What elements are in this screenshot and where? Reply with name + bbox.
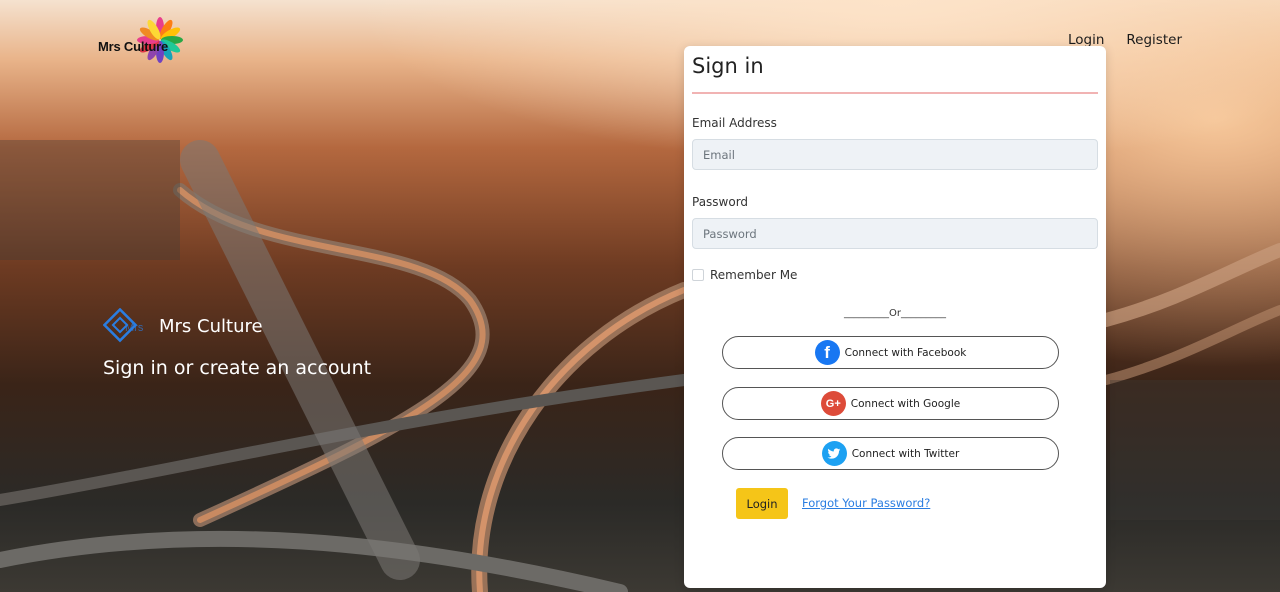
logo-text: Mrs Culture — [98, 39, 169, 54]
remember-checkbox[interactable] — [692, 269, 704, 281]
twitter-icon — [821, 441, 847, 466]
forgot-password-link[interactable]: Forgot Your Password? — [802, 496, 930, 510]
hero-brand-text: Mrs Culture — [159, 315, 263, 337]
remember-label: Remember Me — [710, 268, 798, 282]
signin-title: Sign in — [692, 54, 764, 78]
login-button[interactable]: Login — [736, 488, 788, 519]
brand-logo[interactable]: Mrs Culture — [98, 16, 188, 66]
or-separator: _________Or_________ — [844, 308, 946, 319]
password-field[interactable] — [692, 218, 1098, 249]
hero-section: Mrs Mrs Culture Sign in or create an acc… — [103, 308, 371, 379]
twitter-label: Connect with Twitter — [851, 447, 960, 460]
google-button[interactable]: G+ Connect with Google — [722, 387, 1059, 420]
facebook-button[interactable]: f Connect with Facebook — [722, 336, 1059, 369]
diamond-logo-icon: Mrs — [103, 308, 144, 343]
google-plus-icon: G+ — [820, 391, 846, 416]
twitter-button[interactable]: Connect with Twitter — [722, 437, 1059, 470]
facebook-icon: f — [814, 340, 840, 365]
facebook-label: Connect with Facebook — [844, 346, 967, 359]
password-label: Password — [692, 195, 749, 209]
hero-brand: Mrs Mrs Culture — [103, 308, 371, 344]
nav-register-link[interactable]: Register — [1126, 32, 1182, 48]
google-label: Connect with Google — [850, 397, 961, 410]
svg-text:Mrs: Mrs — [125, 322, 144, 334]
email-field[interactable] — [692, 139, 1098, 170]
remember-me[interactable]: Remember Me — [692, 268, 797, 282]
signin-card: Sign in Email Address Password Remember … — [684, 46, 1106, 588]
hero-subtitle: Sign in or create an account — [103, 357, 372, 379]
title-divider — [692, 92, 1098, 94]
email-label: Email Address — [692, 116, 777, 130]
